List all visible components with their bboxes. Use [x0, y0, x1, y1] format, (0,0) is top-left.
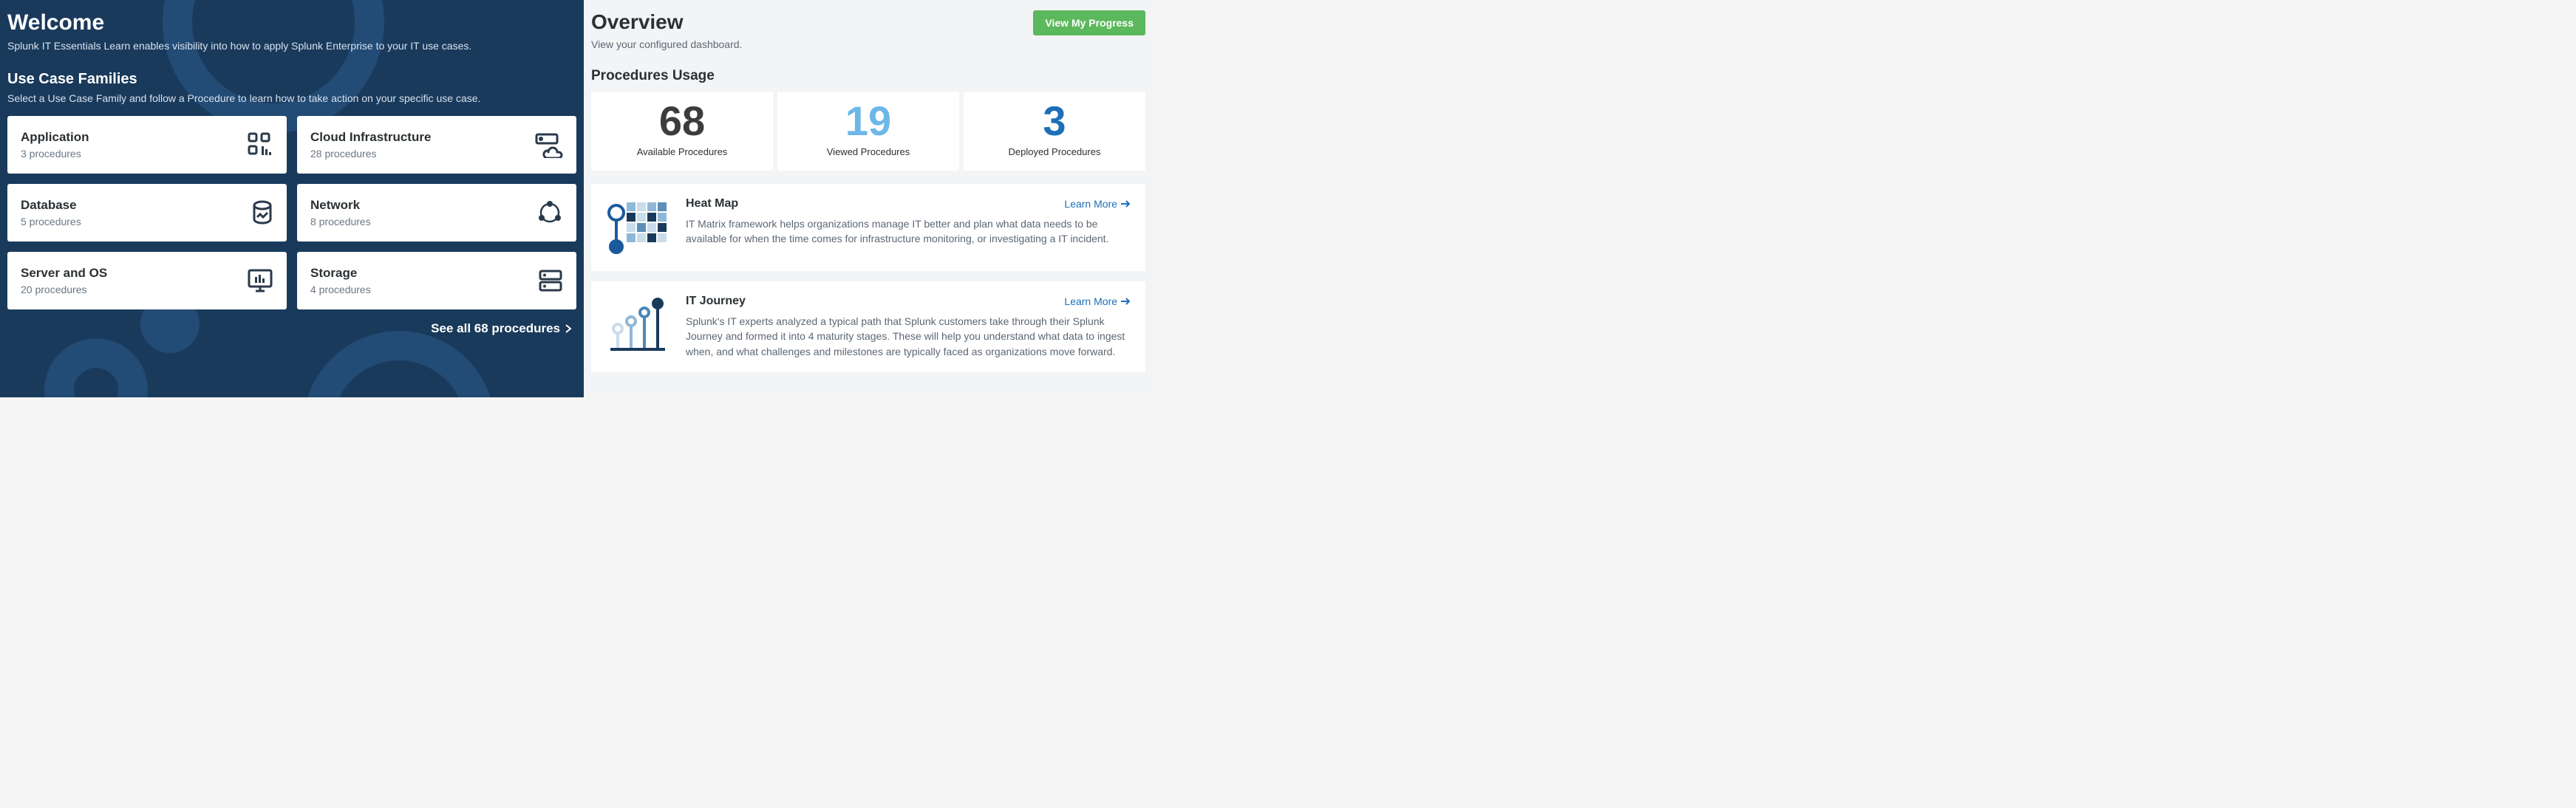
use-case-families-subtitle: Select a Use Case Family and follow a Pr…: [7, 92, 576, 104]
card-application[interactable]: Application 3 procedures: [7, 116, 287, 174]
card-title: Cloud Infrastructure: [310, 130, 431, 145]
see-all-procedures-link[interactable]: See all 68 procedures: [7, 321, 576, 336]
stat-label: Available Procedures: [599, 146, 766, 157]
it-journey-icon: [606, 295, 669, 355]
card-title: Database: [21, 198, 81, 213]
welcome-title: Welcome: [7, 10, 576, 35]
decorative-circle: [303, 331, 495, 397]
card-title: Network: [310, 198, 371, 213]
card-network[interactable]: Network 8 procedures: [297, 184, 576, 242]
see-all-label: See all 68 procedures: [431, 321, 560, 336]
card-title: Storage: [310, 266, 371, 281]
stat-label: Viewed Procedures: [785, 146, 952, 157]
heat-map-icon: [606, 197, 669, 258]
stat-value: 68: [599, 100, 766, 142]
application-icon: [247, 131, 273, 158]
stat-deployed[interactable]: 3 Deployed Procedures: [964, 92, 1145, 171]
heat-map-description: IT Matrix framework helps organizations …: [686, 216, 1131, 247]
card-server-os[interactable]: Server and OS 20 procedures: [7, 252, 287, 309]
stats-row: 68 Available Procedures 19 Viewed Proced…: [591, 92, 1145, 171]
heat-map-card[interactable]: Heat Map Learn More IT Matrix framework …: [591, 184, 1145, 271]
view-my-progress-button[interactable]: View My Progress: [1033, 10, 1145, 35]
heat-map-title: Heat Map: [686, 197, 738, 210]
card-title: Server and OS: [21, 266, 107, 281]
card-database[interactable]: Database 5 procedures: [7, 184, 287, 242]
it-journey-card[interactable]: IT Journey Learn More Splunk's IT expert…: [591, 281, 1145, 372]
stat-value: 3: [971, 100, 1138, 142]
welcome-panel: Welcome Splunk IT Essentials Learn enabl…: [0, 0, 584, 397]
arrow-right-icon: [1120, 297, 1131, 306]
it-journey-learn-more-link[interactable]: Learn More: [1064, 295, 1131, 307]
card-procedures: 4 procedures: [310, 284, 371, 295]
storage-icon: [538, 268, 563, 293]
overview-subtitle: View your configured dashboard.: [591, 38, 1145, 50]
card-storage[interactable]: Storage 4 procedures: [297, 252, 576, 309]
card-procedures: 8 procedures: [310, 216, 371, 227]
heat-map-learn-more-link[interactable]: Learn More: [1064, 198, 1131, 210]
learn-more-label: Learn More: [1064, 198, 1117, 210]
decorative-circle: [44, 338, 148, 397]
network-icon: [536, 199, 563, 226]
it-journey-description: Splunk's IT experts analyzed a typical p…: [686, 314, 1131, 359]
stat-viewed[interactable]: 19 Viewed Procedures: [777, 92, 959, 171]
monitor-icon: [247, 268, 273, 293]
it-journey-title: IT Journey: [686, 295, 746, 308]
stat-label: Deployed Procedures: [971, 146, 1138, 157]
use-case-cards: Application 3 procedures Cloud Infrastru…: [7, 116, 576, 309]
app-root: Welcome Splunk IT Essentials Learn enabl…: [0, 0, 1153, 397]
card-procedures: 28 procedures: [310, 148, 431, 160]
card-title: Application: [21, 130, 89, 145]
overview-panel: Overview View My Progress View your conf…: [584, 0, 1153, 397]
card-procedures: 3 procedures: [21, 148, 89, 160]
cloud-icon: [534, 131, 563, 158]
learn-more-label: Learn More: [1064, 295, 1117, 307]
use-case-families-title: Use Case Families: [7, 71, 576, 88]
welcome-subtitle: Splunk IT Essentials Learn enables visib…: [7, 40, 576, 52]
stat-available[interactable]: 68 Available Procedures: [591, 92, 773, 171]
overview-title: Overview: [591, 10, 684, 34]
procedures-usage-title: Procedures Usage: [591, 68, 1145, 84]
card-cloud-infrastructure[interactable]: Cloud Infrastructure 28 procedures: [297, 116, 576, 174]
stat-value: 19: [785, 100, 952, 142]
card-procedures: 20 procedures: [21, 284, 107, 295]
chevron-right-icon: [565, 323, 572, 334]
database-icon: [251, 200, 273, 225]
card-procedures: 5 procedures: [21, 216, 81, 227]
arrow-right-icon: [1120, 199, 1131, 208]
